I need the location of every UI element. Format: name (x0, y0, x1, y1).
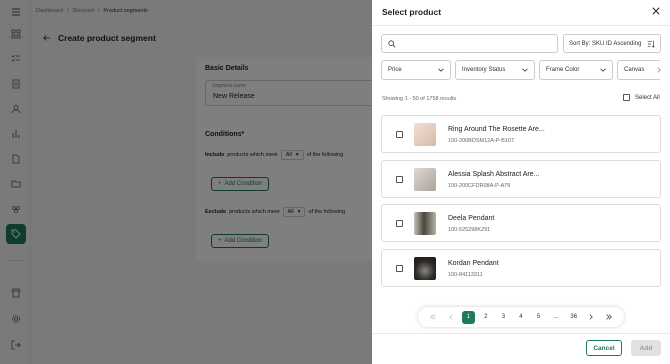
page-button-4[interactable]: 4 (514, 311, 527, 324)
product-name: Alessia Splash Abstract Are... (448, 170, 540, 178)
page-ellipsis: ... (553, 314, 559, 320)
filter-frame-color[interactable]: Frame Color (539, 60, 613, 80)
search-input[interactable] (400, 40, 550, 47)
select-all-checkbox[interactable] (623, 94, 630, 101)
product-name: Deela Pendant (448, 215, 495, 223)
page-button-36[interactable]: 36 (567, 311, 580, 324)
page-button-1[interactable]: 1 (461, 310, 475, 324)
search-icon (388, 39, 396, 48)
product-sku: 100-200CFDR08A-P-A79 (448, 182, 511, 189)
chevron-down-icon (522, 67, 528, 73)
add-button[interactable]: Add (631, 340, 661, 356)
chevron-right-icon[interactable] (654, 64, 663, 76)
product-thumbnail (414, 212, 436, 236)
modal-backdrop[interactable] (0, 0, 372, 364)
page-button-3[interactable]: 3 (497, 311, 510, 324)
drawer-footer-divider (372, 333, 670, 334)
product-thumbnail (414, 167, 436, 191)
results-count: Showing 1 - 50 of 1758 results (382, 96, 457, 102)
chevron-down-icon (600, 67, 606, 73)
cancel-button[interactable]: Cancel (586, 340, 622, 356)
product-thumbnail (414, 257, 436, 281)
close-icon[interactable] (651, 6, 661, 16)
filter-label: Frame Color (546, 67, 580, 73)
prev-page-icon[interactable] (444, 311, 457, 324)
page-button-2[interactable]: 2 (479, 311, 492, 324)
product-name: Ring Around The Rosette Are... (448, 126, 545, 133)
filter-label: Inventory Status (462, 67, 506, 73)
page-button-5[interactable]: 5 (532, 311, 545, 324)
list-item[interactable]: Ring Around The Rosette Are... 100-200BD… (381, 115, 661, 153)
next-page-icon[interactable] (585, 311, 598, 324)
filter-label: Price (388, 67, 402, 73)
filter-price[interactable]: Price (381, 60, 451, 80)
chevron-down-icon (438, 67, 444, 73)
filter-inventory-status[interactable]: Inventory Status (455, 60, 535, 80)
list-item[interactable]: Deela Pendant 100-525298K291 (381, 204, 661, 243)
first-page-icon[interactable] (427, 311, 440, 324)
product-sku: 100-84113311 (448, 272, 483, 279)
select-all[interactable]: Select All (623, 94, 660, 101)
list-item[interactable]: Kordan Pendant 100-84113311 (381, 249, 661, 288)
product-checkbox[interactable] (396, 175, 403, 183)
select-all-label: Select All (635, 94, 660, 101)
sort-label: Sort By: SKU ID Ascending (569, 40, 642, 47)
product-checkbox[interactable] (396, 131, 403, 138)
filter-label: Canvas (624, 67, 645, 73)
pagination: 1 2 3 4 5 ... 36 (418, 307, 624, 327)
sort-dropdown[interactable]: Sort By: SKU ID Ascending (563, 34, 661, 53)
product-sku: 100-525298K291 (448, 227, 491, 234)
product-name: Kordan Pendant (448, 260, 499, 268)
last-page-icon[interactable] (602, 311, 615, 324)
product-thumbnail (414, 123, 436, 146)
filter-bar: Price Inventory Status Frame Color Canva… (381, 60, 660, 80)
product-list: Ring Around The Rosette Are... 100-200BD… (381, 115, 661, 294)
drawer-header-divider (372, 25, 670, 26)
product-checkbox[interactable] (396, 220, 403, 228)
search-box (381, 34, 558, 53)
drawer-title: Select product (382, 7, 442, 17)
sort-order-icon (647, 40, 655, 48)
list-item[interactable]: Alessia Splash Abstract Are... 100-200CF… (381, 159, 661, 198)
select-product-drawer: Select product Sort By: SKU ID Ascending… (372, 0, 670, 364)
product-sku: 100-200BDSM12A-P-B107 (448, 138, 515, 144)
product-checkbox[interactable] (396, 265, 403, 273)
